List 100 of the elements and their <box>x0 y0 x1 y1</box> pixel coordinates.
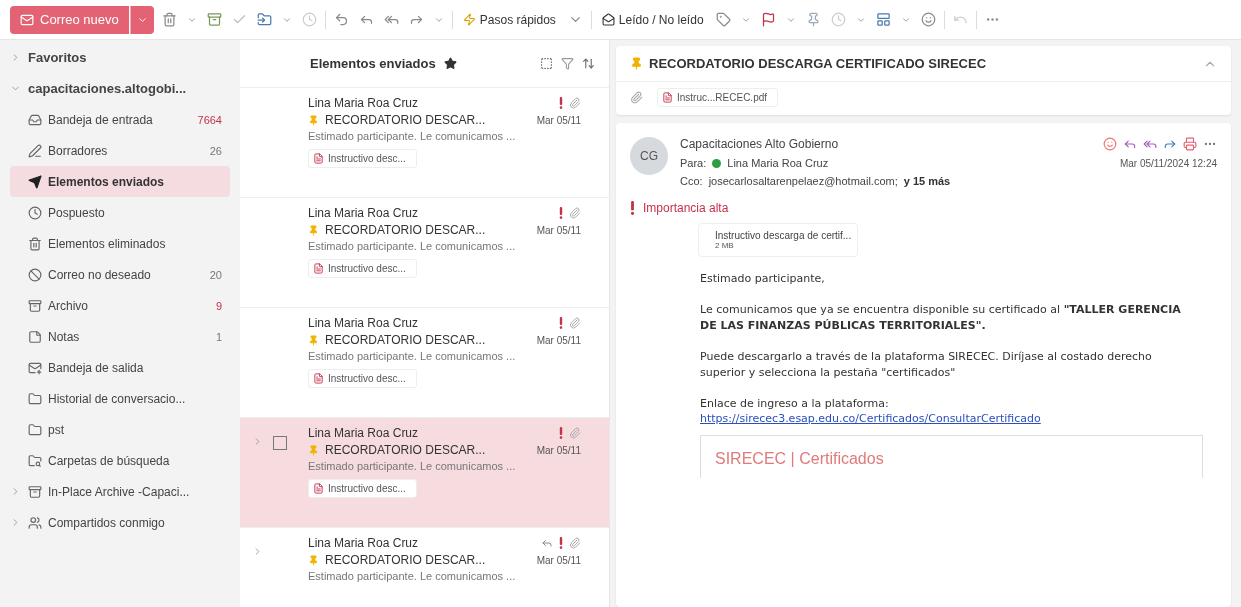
unread-count: 20 <box>209 268 222 281</box>
folder-item[interactable]: Historial de conversacio... <box>10 383 230 414</box>
inbox-icon <box>28 112 42 127</box>
print-icon[interactable] <box>1183 137 1197 151</box>
lightning-icon <box>462 13 476 26</box>
forward-icon[interactable] <box>1163 137 1177 151</box>
folder-icon <box>28 422 42 437</box>
attachment-chip[interactable]: Instructivo desc... <box>308 259 417 278</box>
message-preview: Estimado participante. Le comunicamos ... <box>308 570 517 582</box>
mail-icon <box>20 12 34 27</box>
body-paragraph: Enlace de ingreso a la plataforma: <box>700 395 890 412</box>
message-date: Mar 05/11 <box>536 224 581 236</box>
importance-label: Importancia alta <box>643 201 729 215</box>
checkbox[interactable] <box>273 436 287 450</box>
folder-label: Bandeja de entrada <box>48 112 154 127</box>
folder-icon <box>28 391 42 406</box>
send-icon <box>28 174 42 189</box>
reply-icon[interactable] <box>1123 137 1137 151</box>
paperclip-icon <box>569 207 581 219</box>
cc-address: josecarlosaltarenpelaez@hotmail.com; <box>708 175 898 187</box>
attachment-chip[interactable]: Instruc...RECEC.pdf <box>657 88 779 107</box>
folder-label: Elementos enviados <box>48 174 166 189</box>
archive-icon <box>28 484 42 499</box>
emoji-icon[interactable] <box>1103 137 1117 151</box>
exclamation-icon <box>630 201 635 215</box>
folder-item[interactable]: Borradores 26 <box>10 135 230 166</box>
paperclip-icon <box>569 317 581 329</box>
folder-group-label[interactable]: capacitaciones.altogobi... <box>28 81 222 96</box>
status-dot <box>712 158 722 168</box>
folder-item[interactable]: Pospuesto <box>10 197 230 228</box>
recipient-name: Lina Maria Roa Cruz <box>727 157 830 169</box>
message-date: Mar 05/11 <box>536 444 581 456</box>
folder-item[interactable]: Bandeja de entrada 7664 <box>10 104 230 135</box>
attachment-chip[interactable]: Instructivo desc... <box>308 369 417 388</box>
outbox-icon <box>28 360 42 375</box>
pin-icon <box>630 57 643 70</box>
folder-item[interactable]: Carpetas de búsqueda <box>10 445 230 476</box>
attachment-card[interactable]: Instructivo descarga de certif... 2 MB <box>698 223 858 257</box>
exclamation-icon <box>559 97 563 109</box>
clock-icon <box>28 205 42 220</box>
message-preview: Estimado participante. Le comunicamos ... <box>308 460 517 472</box>
read-unread-button[interactable]: Leído / No leído <box>597 10 708 29</box>
unread-count: 7664 <box>197 113 222 126</box>
exclamation-icon <box>559 537 563 549</box>
select-icon[interactable] <box>540 57 553 70</box>
sort-icon[interactable] <box>582 57 595 70</box>
note-icon <box>28 329 42 344</box>
search-folder-icon <box>28 453 42 468</box>
folder-label: Historial de conversacio... <box>48 391 187 406</box>
attachment-name: Instructivo descarga de certif... <box>715 230 852 241</box>
attachment-chip[interactable]: Instructivo desc... <box>308 479 417 498</box>
pen-icon <box>28 143 42 158</box>
pin-icon <box>308 114 319 126</box>
folder-item[interactable]: In-Place Archive -Capaci... <box>48 484 222 499</box>
filter-icon[interactable] <box>561 57 574 70</box>
message-preview: Estimado participante. Le comunicamos ... <box>308 130 517 142</box>
message-subject: RECORDATORIO DESCAR... <box>325 443 487 457</box>
folder-item[interactable]: Bandeja de salida <box>10 352 230 383</box>
document-icon <box>313 263 324 274</box>
folder-item[interactable]: pst <box>10 414 230 445</box>
folder-item[interactable]: Archivo 9 <box>10 290 230 321</box>
sender-name: Lina Maria Roa Cruz <box>308 206 420 220</box>
message-date: Mar 05/11 <box>536 334 581 346</box>
to-label: Para: <box>680 157 707 169</box>
folder-item[interactable]: Notas 1 <box>10 321 230 352</box>
message-item[interactable]: Lina Maria Roa Cruz RECORDATORIO DESCAR... Mar 05/11 Estimado participante. Le comunicamos ... Instructivo desc... <box>240 418 609 528</box>
new-mail-dropdown-button[interactable] <box>129 5 154 34</box>
folder-label: pst <box>48 422 65 437</box>
link[interactable]: https://sirecec3.esap.edu.co/Certificados/ConsultarCertificado <box>700 412 1041 425</box>
unread-count: 26 <box>209 144 222 157</box>
paperclip-icon <box>569 97 581 109</box>
sender-name: Lina Maria Roa Cruz <box>308 426 420 440</box>
message-subject: RECORDATORIO DESCAR... <box>325 333 487 347</box>
trash-icon <box>28 236 42 251</box>
folder-item[interactable]: Elementos enviados <box>10 166 230 197</box>
envelope-icon <box>601 13 615 26</box>
folder-item[interactable]: Correo no deseado 20 <box>10 259 230 290</box>
quick-steps-button[interactable]: Pasos rápidos <box>458 10 560 29</box>
folder-group-label[interactable]: Favoritos <box>28 50 222 65</box>
folder-label: Archivo <box>48 298 89 313</box>
document-icon <box>313 373 324 384</box>
folder-label: Correo no deseado <box>48 267 152 282</box>
more-recipients[interactable]: y 15 más <box>903 175 951 187</box>
message-date: Mar 05/11 <box>536 114 581 126</box>
folder-label: Bandeja de salida <box>48 360 145 375</box>
pin-icon <box>308 334 319 346</box>
attachment-chip[interactable]: Instructivo desc... <box>308 149 417 168</box>
folder-item[interactable]: Elementos eliminados <box>10 228 230 259</box>
card-title: SIRECEC | Certificados <box>715 450 884 467</box>
unread-count: 1 <box>215 330 222 343</box>
document-icon <box>313 153 324 164</box>
sender-name: Lina Maria Roa Cruz <box>308 316 420 330</box>
sender-name: Lina Maria Roa Cruz <box>308 536 420 550</box>
sender-name: Capacitaciones Alto Gobierno <box>680 137 840 151</box>
document-icon <box>662 92 673 103</box>
unread-count: 9 <box>215 299 222 312</box>
folder-item[interactable]: Compartidos conmigo <box>48 515 222 530</box>
folder-label: Carpetas de búsqueda <box>48 453 171 468</box>
message-preview: Estimado participante. Le comunicamos ... <box>308 350 517 362</box>
archive-icon <box>28 298 42 313</box>
